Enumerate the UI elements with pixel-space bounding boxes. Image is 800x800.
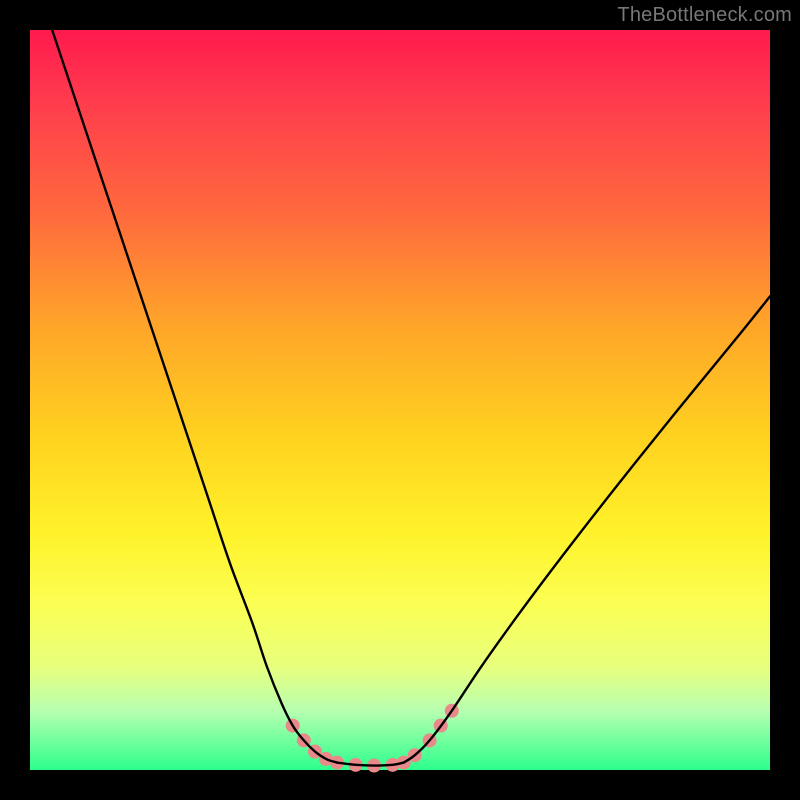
chart-overlay (30, 30, 770, 770)
curve-right-branch (404, 296, 770, 762)
curve-layer (52, 30, 770, 766)
chart-frame: TheBottleneck.com (0, 0, 800, 800)
curve-left-branch (52, 30, 337, 763)
watermark-text: TheBottleneck.com (617, 4, 792, 27)
